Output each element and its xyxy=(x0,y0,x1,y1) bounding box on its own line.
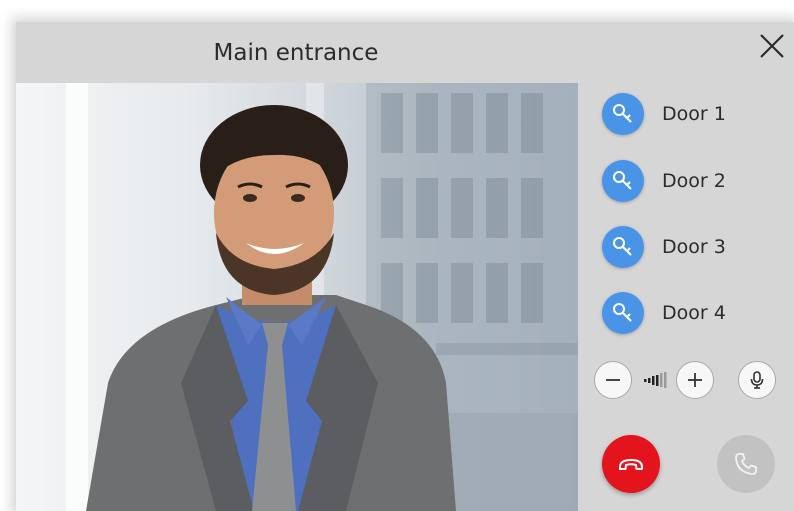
key-button[interactable] xyxy=(602,93,644,135)
key-button[interactable] xyxy=(602,226,644,268)
camera-video-feed xyxy=(16,83,578,511)
close-button[interactable] xyxy=(756,30,788,62)
volume-down-button[interactable] xyxy=(594,361,632,399)
title-bar: Main entrance xyxy=(16,22,794,83)
plus-icon xyxy=(688,373,702,387)
hang-up-button[interactable] xyxy=(602,435,660,493)
visitor-video-image xyxy=(66,83,578,511)
volume-level-icon xyxy=(644,372,667,388)
window-title: Main entrance xyxy=(213,40,379,66)
door-label: Door 1 xyxy=(662,103,726,125)
phone-hangup-icon xyxy=(619,459,643,470)
door-3-button[interactable]: Door 3 xyxy=(602,225,726,269)
key-icon xyxy=(613,171,632,190)
door-4-button[interactable]: Door 4 xyxy=(602,291,726,335)
key-icon xyxy=(613,303,632,322)
volume-up-button[interactable] xyxy=(676,361,714,399)
microphone-icon xyxy=(750,371,764,389)
key-button[interactable] xyxy=(602,292,644,334)
control-panel: Door 1 Door 2 Door 3 Door 4 xyxy=(578,83,794,511)
answer-call-button xyxy=(717,435,775,493)
key-button[interactable] xyxy=(602,160,644,202)
phone-answer-icon xyxy=(735,453,757,475)
close-icon xyxy=(760,34,784,58)
door-label: Door 3 xyxy=(662,236,726,258)
key-icon xyxy=(613,104,632,123)
microphone-button[interactable] xyxy=(738,361,776,399)
intercom-window: Main entrance Door 1 Door 2 Door 3 Door … xyxy=(16,22,794,511)
door-2-button[interactable]: Door 2 xyxy=(602,159,726,203)
door-label: Door 4 xyxy=(662,302,726,324)
door-1-button[interactable]: Door 1 xyxy=(602,92,726,136)
minus-icon xyxy=(606,379,620,381)
door-label: Door 2 xyxy=(662,170,726,192)
key-icon xyxy=(613,237,632,256)
